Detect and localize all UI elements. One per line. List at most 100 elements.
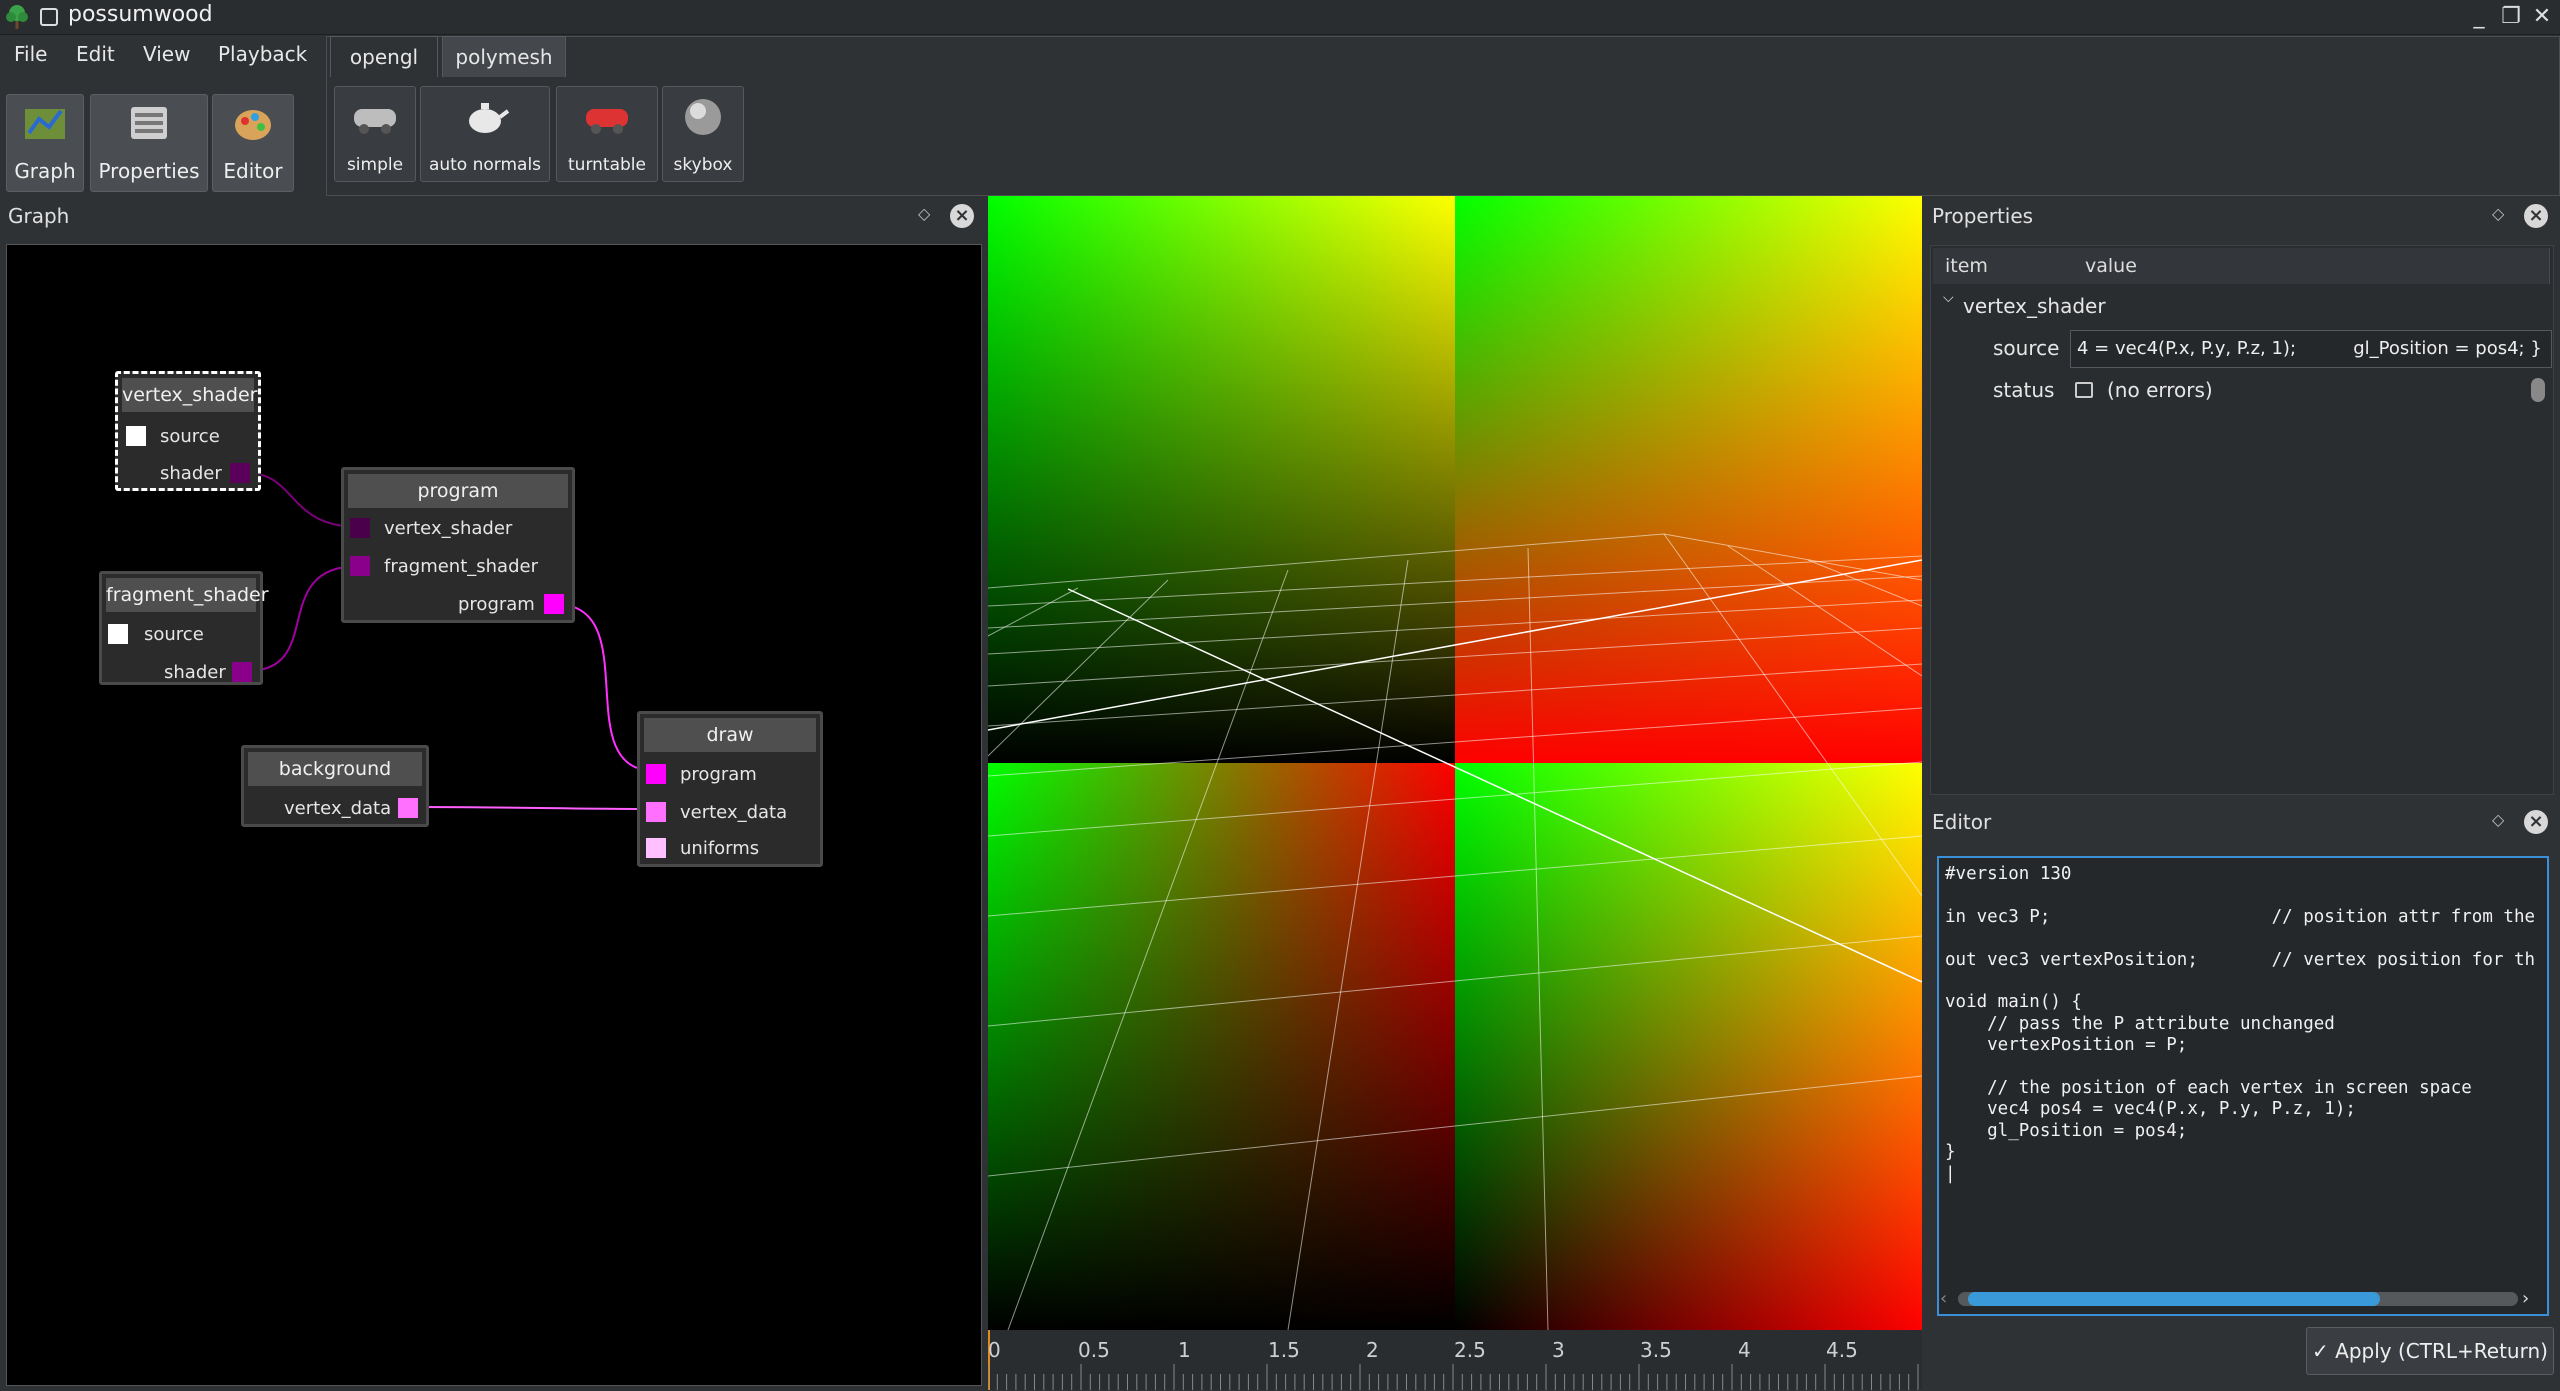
input-port[interactable] [108,624,128,644]
close-button[interactable]: ✕ [2527,0,2557,34]
toolbar-graph-button[interactable]: Graph [6,94,84,192]
port-label: fragment_shader [384,556,538,577]
input-port[interactable] [350,518,370,538]
port-label: vertex_shader [384,518,513,539]
properties-panel-title: Properties [1932,204,2034,228]
shelf-auto-normals-label: auto normals [428,155,542,175]
property-source-label: source [1993,336,2060,360]
input-port[interactable] [646,802,666,822]
scroll-right-icon[interactable]: › [2522,1288,2529,1309]
graph-icon [25,109,65,139]
output-port[interactable] [544,594,564,614]
apply-button[interactable]: ✓ Apply (CTRL+Return) [2306,1327,2554,1375]
node-program[interactable]: program vertex_shader fragment_shader pr… [341,467,575,623]
port-label: source [160,426,220,447]
properties-icon [131,107,167,139]
property-status-value: (no errors) [2107,378,2213,402]
output-port[interactable] [230,463,250,483]
menu-file[interactable]: File [14,42,47,66]
timeline-tick-label: 3.5 [1640,1338,1672,1362]
graph-close-icon[interactable]: × [950,204,974,228]
source-field[interactable]: 4 = vec4(P.x, P.y, P.z, 1); gl_Position … [2070,330,2552,368]
sphere-icon [685,99,721,135]
editor-panel-title: Editor [1932,810,1992,834]
tab-polymesh[interactable]: polymesh [442,36,566,77]
properties-close-icon[interactable]: × [2524,204,2548,228]
shelf-turntable-button[interactable]: turntable [556,86,658,182]
input-port[interactable] [646,838,666,858]
node-title: background [248,752,422,786]
input-port[interactable] [126,426,146,446]
shelf-simple-label: simple [346,155,404,175]
menu-playback[interactable]: Playback [218,42,307,66]
3d-viewport[interactable] [988,196,1922,1330]
timeline-tick-label: 4.5 [1826,1338,1858,1362]
horizontal-scrollbar[interactable] [1958,1292,2518,1306]
shelf-auto-normals-button[interactable]: auto normals [420,86,550,182]
property-group: vertex_shader [1963,294,2106,318]
shelf-skybox-label: skybox [673,155,733,175]
port-label: program [458,594,535,615]
properties-scrollbar[interactable] [2531,378,2545,402]
maximize-button[interactable]: ❐ [2496,0,2526,34]
app-logo-icon [6,5,28,29]
editor-icon [235,110,271,140]
menu-edit[interactable]: Edit [76,42,115,66]
graph-panel-title: Graph [8,204,70,228]
timeline-tick-label: 1.5 [1268,1338,1300,1362]
scroll-left-icon[interactable]: ‹ [1940,1288,1947,1309]
timeline-tick-label: 2.5 [1454,1338,1486,1362]
port-label: shader [160,463,222,484]
column-header-item[interactable]: item [1933,248,2082,284]
output-port[interactable] [398,798,418,818]
property-status-label: status [1993,378,2055,402]
port-label: vertex_data [680,802,788,823]
tab-opengl[interactable]: opengl [330,36,438,77]
collapse-arrow-icon[interactable]: ⌵ [1943,290,1954,306]
ground-grid [988,533,1922,1330]
red-car-icon [586,109,628,134]
editor-close-icon[interactable]: × [2524,810,2548,834]
code-editor[interactable]: #version 130 in vec3 P; // position attr… [1937,856,2549,1316]
toolbar-properties-label: Properties [98,159,200,183]
shelf-skybox-button[interactable]: skybox [662,86,744,182]
car-icon [354,109,396,134]
scrollbar-thumb[interactable] [1968,1292,2380,1306]
properties-table: item value ⌵ vertex_shader source status… [1930,245,2554,795]
teapot-icon [469,103,510,133]
port-label: vertex_data [284,798,392,819]
output-port[interactable] [232,662,252,682]
timeline-tick-label: 0 [988,1338,1001,1362]
node-vertex-shader[interactable]: vertex_shader source shader [115,371,261,491]
editor-float-icon[interactable]: ◇ [2492,810,2504,829]
input-port[interactable] [646,764,666,784]
node-title: draw [644,718,816,752]
port-label: source [144,624,204,645]
graph-canvas[interactable]: vertex_shader source shader fragment_sha… [6,244,982,1386]
menu-bar: File Edit View Playback [0,34,325,78]
minimize-button[interactable]: _ [2464,0,2494,34]
properties-float-icon[interactable]: ◇ [2492,204,2504,223]
timeline[interactable]: 0 0.5 1 1.5 2 2.5 3 3.5 4 4.5 [988,1330,1922,1390]
column-header-value[interactable]: value [2073,248,2550,284]
node-draw[interactable]: draw program vertex_data uniforms [637,711,823,867]
editor-text[interactable]: #version 130 in vec3 P; // position attr… [1945,864,2541,1185]
node-background[interactable]: background vertex_data [241,745,429,827]
status-message-icon [2075,382,2093,398]
node-fragment-shader[interactable]: fragment_shader source shader [99,571,269,685]
node-title: vertex_shader [122,378,257,412]
menu-view[interactable]: View [143,42,190,66]
input-port[interactable] [350,556,370,576]
graph-float-icon[interactable]: ◇ [918,204,930,223]
node-title: program [348,474,568,508]
port-label: uniforms [680,838,760,859]
toolbar-editor-button[interactable]: Editor [212,94,294,192]
shelf-turntable-label: turntable [568,155,646,175]
pin-icon[interactable] [40,8,58,26]
title-bar: possumwood _ ❐ ✕ [0,0,2560,35]
toolbar-properties-button[interactable]: Properties [90,94,208,192]
shelf-simple-button[interactable]: simple [334,86,416,182]
toolbar-graph-label: Graph [14,159,76,183]
window-title: possumwood [68,2,213,27]
timeline-tick-label: 4 [1738,1338,1751,1362]
